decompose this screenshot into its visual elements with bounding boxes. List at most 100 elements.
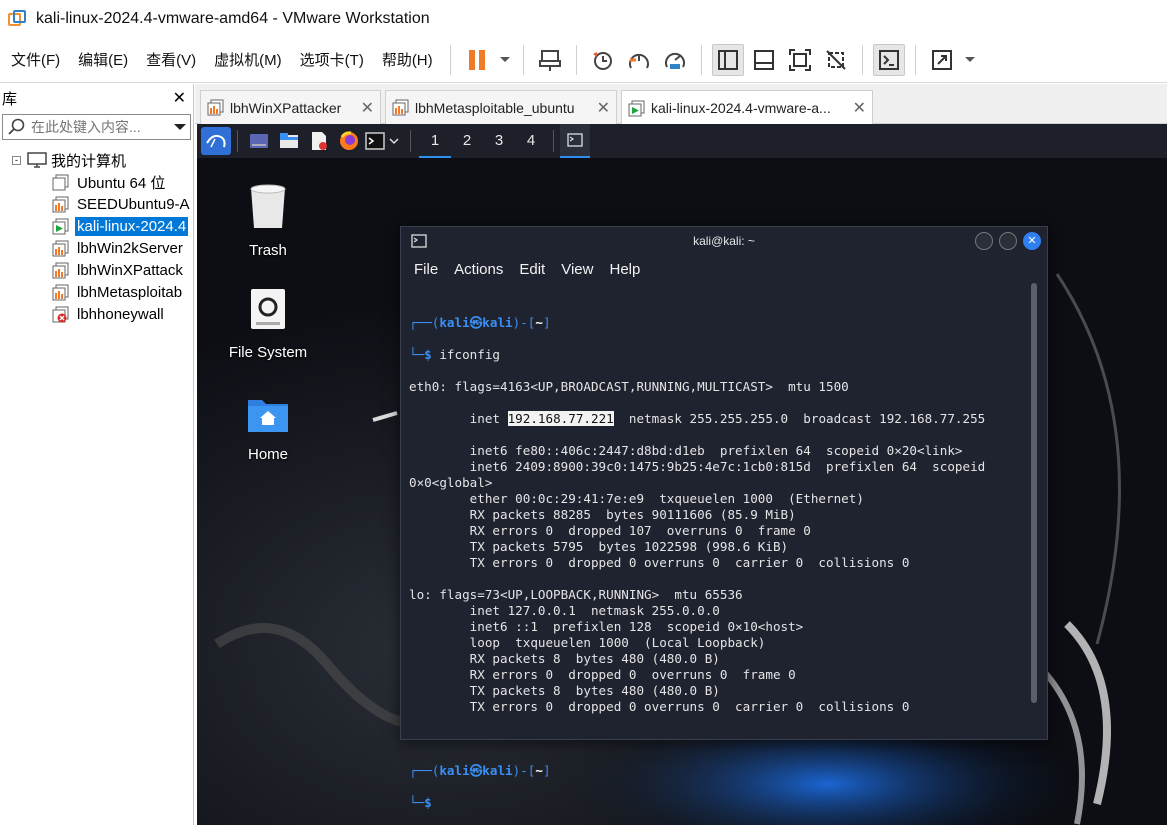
show-desktop-icon[interactable] bbox=[244, 126, 274, 156]
library-title: 库 bbox=[2, 90, 18, 108]
tree-item-win2kserver[interactable]: lbhWin2kServer bbox=[0, 237, 193, 259]
output-block: inet6 fe80::406c:2447:d8bd:d1eb prefixle… bbox=[409, 443, 1027, 747]
terminal-menu-view[interactable]: View bbox=[561, 261, 593, 278]
console-view-icon[interactable] bbox=[748, 44, 780, 76]
menu-file[interactable]: 文件(F) bbox=[0, 49, 69, 70]
vm-shared-icon bbox=[52, 240, 69, 257]
desktop-icon-home[interactable]: Home bbox=[213, 394, 323, 463]
stretch-icon[interactable] bbox=[926, 44, 958, 76]
tree-item-ubuntu[interactable]: Ubuntu 64 位 bbox=[0, 171, 193, 193]
files-icon[interactable] bbox=[274, 126, 304, 156]
tree-item-metasploitable[interactable]: lbhMetasploitab bbox=[0, 281, 193, 303]
maximize-button[interactable] bbox=[999, 232, 1017, 250]
vm-shared-icon bbox=[52, 196, 69, 213]
close-icon[interactable]: ✕ bbox=[173, 88, 186, 108]
terminal-menu-file[interactable]: File bbox=[414, 261, 438, 278]
workspace-2[interactable]: 2 bbox=[451, 124, 483, 158]
desktop-icon-label: Trash bbox=[249, 242, 287, 259]
window-titlebar: kali-linux-2024.4-vmware-amd64 - VMware … bbox=[0, 0, 1167, 37]
tab-winxpattacker[interactable]: lbhWinXPattacker ✕ bbox=[200, 90, 381, 124]
workspace-4[interactable]: 4 bbox=[515, 124, 547, 158]
menu-vm[interactable]: 虚拟机(M) bbox=[205, 49, 291, 70]
menu-tabs[interactable]: 选项卡(T) bbox=[291, 49, 373, 70]
output-line: ether 00:0c:29:41:7e:e9 txqueuelen 1000 … bbox=[409, 491, 864, 506]
workspace-3[interactable]: 3 bbox=[483, 124, 515, 158]
search-input[interactable] bbox=[31, 119, 170, 135]
output-line: TX packets 8 bytes 480 (480.0 B) bbox=[409, 683, 720, 698]
tree-item-kali[interactable]: kali-linux-2024.4 bbox=[0, 215, 193, 237]
taskbar-terminal-window[interactable] bbox=[560, 124, 590, 158]
dropdown-arrow-icon[interactable] bbox=[497, 44, 513, 76]
terminal-menu-help[interactable]: Help bbox=[609, 261, 640, 278]
desktop-icon-label: File System bbox=[228, 344, 308, 361]
output-line: TX packets 5795 bytes 1022598 (998.6 KiB… bbox=[409, 539, 789, 554]
library-view-icon[interactable] bbox=[711, 43, 744, 76]
menu-help[interactable]: 帮助(H) bbox=[373, 49, 442, 70]
output-line: inet 192.168.77.221 netmask 255.255.255.… bbox=[409, 411, 986, 426]
terminal-launcher-icon[interactable] bbox=[364, 126, 386, 156]
output-line: 0×0<global> bbox=[409, 475, 493, 490]
minimize-button[interactable] bbox=[975, 232, 993, 250]
vm-off-icon bbox=[52, 174, 69, 191]
output-line: inet6 ::1 prefixlen 128 scopeid 0×10<hos… bbox=[409, 619, 804, 634]
terminal-titlebar[interactable]: kali@kali: ~ ✕ bbox=[401, 227, 1047, 255]
tab-label: kali-linux-2024.4-vmware-a... bbox=[651, 100, 831, 116]
tab-kali[interactable]: kali-linux-2024.4-vmware-a... ✕ bbox=[621, 90, 873, 125]
terminal-icon[interactable] bbox=[872, 43, 905, 76]
command: ifconfig bbox=[439, 347, 501, 362]
output-line: inet6 fe80::406c:2447:d8bd:d1eb prefixle… bbox=[409, 443, 963, 458]
output-line: RX packets 88285 bytes 90111606 (85.9 Mi… bbox=[409, 507, 796, 522]
tree-item-honeywall[interactable]: lbhhoneywall bbox=[0, 303, 193, 325]
workspace-1[interactable]: 1 bbox=[419, 124, 451, 158]
text-editor-icon[interactable] bbox=[304, 126, 334, 156]
close-icon[interactable]: ✕ bbox=[591, 98, 610, 118]
tree-root-my-computer[interactable]: - 我的计算机 bbox=[0, 149, 193, 171]
terminal-menu-edit[interactable]: Edit bbox=[519, 261, 545, 278]
vm-shared-icon bbox=[207, 99, 224, 116]
pause-icon[interactable] bbox=[461, 44, 493, 76]
chevron-down-icon[interactable] bbox=[170, 122, 190, 132]
drive-icon bbox=[251, 289, 285, 329]
revert-snapshot-icon[interactable] bbox=[623, 44, 655, 76]
desktop-icon-label: Home bbox=[247, 446, 288, 463]
vm-shared-icon bbox=[392, 99, 409, 116]
kali-menu-icon[interactable] bbox=[201, 127, 231, 155]
tab-label: lbhWinXPattacker bbox=[230, 99, 342, 116]
desktop-icon-trash[interactable]: Trash bbox=[213, 184, 323, 259]
menu-edit[interactable]: 编辑(E) bbox=[69, 49, 137, 70]
vm-error-icon bbox=[52, 306, 69, 323]
dropdown-arrow-icon[interactable] bbox=[962, 44, 978, 76]
toolbar-divider bbox=[914, 44, 916, 75]
tree-item-label: Ubuntu 64 位 bbox=[77, 174, 166, 192]
output-line: RX errors 0 dropped 107 overruns 0 frame… bbox=[409, 523, 811, 538]
snapshot-manager-icon[interactable] bbox=[659, 44, 691, 76]
output-line: lo: flags=73<UP,LOOPBACK,RUNNING> mtu 65… bbox=[409, 587, 743, 602]
toolbar-divider bbox=[575, 44, 577, 75]
snapshot-icon[interactable] bbox=[587, 44, 619, 76]
terminal-menu-actions[interactable]: Actions bbox=[454, 261, 503, 278]
close-button[interactable]: ✕ bbox=[1023, 232, 1041, 250]
tree-item-label: kali-linux-2024.4 bbox=[75, 216, 189, 236]
close-icon[interactable]: ✕ bbox=[847, 98, 866, 118]
library-search[interactable] bbox=[2, 114, 191, 140]
terminal-window[interactable]: kali@kali: ~ ✕ File Actions Edit View He… bbox=[400, 226, 1048, 810]
firefox-icon[interactable] bbox=[334, 126, 364, 156]
vm-screen[interactable]: 1 2 3 4 Trash File System Home kali@kali… bbox=[197, 124, 1167, 825]
fullscreen-icon[interactable] bbox=[784, 44, 816, 76]
tree-item-winxpattack[interactable]: lbhWinXPattack bbox=[0, 259, 193, 281]
send-keys-icon[interactable] bbox=[534, 44, 566, 76]
tab-metasploitable[interactable]: lbhMetasploitable_ubuntu ✕ bbox=[385, 90, 617, 124]
collapse-icon[interactable]: - bbox=[12, 155, 21, 165]
terminal-scrollbar[interactable] bbox=[1031, 283, 1037, 703]
tree-item-seedubuntu[interactable]: SEEDUbuntu9-A bbox=[0, 193, 193, 215]
chevron-down-icon[interactable] bbox=[386, 126, 402, 156]
desktop-icon-filesystem[interactable]: File System bbox=[213, 288, 323, 361]
menu-view[interactable]: 查看(V) bbox=[137, 49, 205, 70]
close-icon[interactable]: ✕ bbox=[355, 98, 374, 118]
unity-icon[interactable] bbox=[820, 44, 852, 76]
terminal-output[interactable]: ┌──(kali㉿kali)-[~] └─$ ifconfig eth0: fl… bbox=[409, 299, 1027, 825]
toolbar-divider bbox=[449, 44, 451, 75]
